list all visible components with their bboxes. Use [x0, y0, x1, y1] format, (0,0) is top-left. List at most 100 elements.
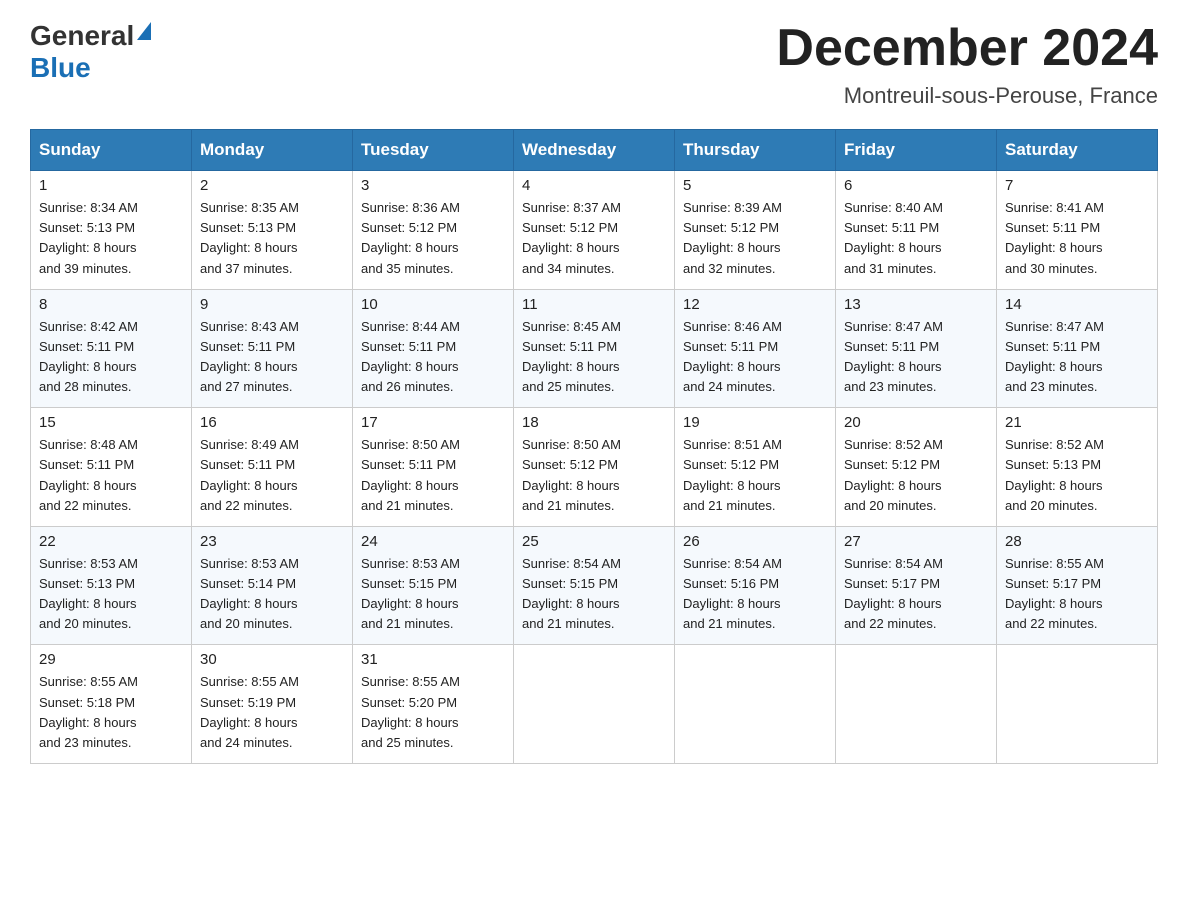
day-number: 7	[1005, 177, 1149, 194]
header-thursday: Thursday	[675, 130, 836, 171]
table-row: 31 Sunrise: 8:55 AMSunset: 5:20 PMDayligh…	[353, 645, 514, 764]
table-row: 2 Sunrise: 8:35 AMSunset: 5:13 PMDaylight…	[192, 171, 353, 290]
day-info: Sunrise: 8:54 AMSunset: 5:15 PMDaylight:…	[522, 554, 666, 635]
header-sunday: Sunday	[31, 130, 192, 171]
header-friday: Friday	[836, 130, 997, 171]
day-info: Sunrise: 8:55 AMSunset: 5:17 PMDaylight:…	[1005, 554, 1149, 635]
day-info: Sunrise: 8:48 AMSunset: 5:11 PMDaylight:…	[39, 435, 183, 516]
table-row	[514, 645, 675, 764]
table-row: 8 Sunrise: 8:42 AMSunset: 5:11 PMDaylight…	[31, 289, 192, 408]
day-number: 24	[361, 533, 505, 550]
table-row: 3Sunrise: 8:36 AMSunset: 5:12 PMDaylight…	[353, 171, 514, 290]
day-number: 11	[522, 296, 666, 313]
table-row: 29 Sunrise: 8:55 AMSunset: 5:18 PMDayligh…	[31, 645, 192, 764]
day-number: 27	[844, 533, 988, 550]
day-info: Sunrise: 8:37 AMSunset: 5:12 PMDaylight:…	[522, 198, 666, 279]
day-info: Sunrise: 8:49 AMSunset: 5:11 PMDaylight:…	[200, 435, 344, 516]
table-row: 6 Sunrise: 8:40 AMSunset: 5:11 PMDaylight…	[836, 171, 997, 290]
table-row: 7 Sunrise: 8:41 AMSunset: 5:11 PMDaylight…	[997, 171, 1158, 290]
day-number: 29	[39, 651, 183, 668]
day-info: Sunrise: 8:55 AMSunset: 5:18 PMDaylight:…	[39, 672, 183, 753]
day-number: 25	[522, 533, 666, 550]
day-number: 6	[844, 177, 988, 194]
day-number: 10	[361, 296, 505, 313]
day-info: Sunrise: 8:41 AMSunset: 5:11 PMDaylight:…	[1005, 198, 1149, 279]
logo-general-text: General	[30, 20, 134, 52]
calendar-week-1: 1 Sunrise: 8:34 AMSunset: 5:13 PMDaylight…	[31, 171, 1158, 290]
day-info: Sunrise: 8:45 AMSunset: 5:11 PMDaylight:…	[522, 317, 666, 398]
table-row: 10 Sunrise: 8:44 AMSunset: 5:11 PMDayligh…	[353, 289, 514, 408]
page-header: General Blue December 2024 Montreuil-sou…	[30, 20, 1158, 109]
day-number: 31	[361, 651, 505, 668]
table-row: 16 Sunrise: 8:49 AMSunset: 5:11 PMDayligh…	[192, 408, 353, 527]
day-number: 2	[200, 177, 344, 194]
table-row: 24Sunrise: 8:53 AMSunset: 5:15 PMDayligh…	[353, 526, 514, 645]
day-number: 3	[361, 177, 505, 194]
location-title: Montreuil-sous-Perouse, France	[776, 83, 1158, 109]
table-row: 25 Sunrise: 8:54 AMSunset: 5:15 PMDayligh…	[514, 526, 675, 645]
table-row: 18Sunrise: 8:50 AMSunset: 5:12 PMDayligh…	[514, 408, 675, 527]
day-number: 26	[683, 533, 827, 550]
day-info: Sunrise: 8:39 AMSunset: 5:12 PMDaylight:…	[683, 198, 827, 279]
header-monday: Monday	[192, 130, 353, 171]
day-info: Sunrise: 8:50 AMSunset: 5:11 PMDaylight:…	[361, 435, 505, 516]
day-info: Sunrise: 8:55 AMSunset: 5:19 PMDaylight:…	[200, 672, 344, 753]
day-info: Sunrise: 8:53 AMSunset: 5:13 PMDaylight:…	[39, 554, 183, 635]
day-info: Sunrise: 8:52 AMSunset: 5:12 PMDaylight:…	[844, 435, 988, 516]
table-row	[675, 645, 836, 764]
day-number: 14	[1005, 296, 1149, 313]
table-row: 26Sunrise: 8:54 AMSunset: 5:16 PMDayligh…	[675, 526, 836, 645]
day-info: Sunrise: 8:42 AMSunset: 5:11 PMDaylight:…	[39, 317, 183, 398]
table-row: 11 Sunrise: 8:45 AMSunset: 5:11 PMDayligh…	[514, 289, 675, 408]
calendar-week-2: 8 Sunrise: 8:42 AMSunset: 5:11 PMDaylight…	[31, 289, 1158, 408]
day-info: Sunrise: 8:51 AMSunset: 5:12 PMDaylight:…	[683, 435, 827, 516]
day-number: 22	[39, 533, 183, 550]
day-info: Sunrise: 8:47 AMSunset: 5:11 PMDaylight:…	[1005, 317, 1149, 398]
calendar-week-3: 15Sunrise: 8:48 AMSunset: 5:11 PMDayligh…	[31, 408, 1158, 527]
day-number: 19	[683, 414, 827, 431]
day-number: 9	[200, 296, 344, 313]
day-number: 12	[683, 296, 827, 313]
table-row: 1 Sunrise: 8:34 AMSunset: 5:13 PMDaylight…	[31, 171, 192, 290]
logo: General Blue	[30, 20, 151, 84]
table-row: 19 Sunrise: 8:51 AMSunset: 5:12 PMDayligh…	[675, 408, 836, 527]
table-row: 14 Sunrise: 8:47 AMSunset: 5:11 PMDayligh…	[997, 289, 1158, 408]
day-info: Sunrise: 8:34 AMSunset: 5:13 PMDaylight:…	[39, 198, 183, 279]
header-saturday: Saturday	[997, 130, 1158, 171]
day-number: 23	[200, 533, 344, 550]
table-row: 23 Sunrise: 8:53 AMSunset: 5:14 PMDayligh…	[192, 526, 353, 645]
header-tuesday: Tuesday	[353, 130, 514, 171]
day-number: 17	[361, 414, 505, 431]
day-number: 8	[39, 296, 183, 313]
table-row: 5Sunrise: 8:39 AMSunset: 5:12 PMDaylight…	[675, 171, 836, 290]
month-title: December 2024	[776, 20, 1158, 77]
day-info: Sunrise: 8:50 AMSunset: 5:12 PMDaylight:…	[522, 435, 666, 516]
logo-triangle-icon	[137, 22, 151, 40]
day-info: Sunrise: 8:55 AMSunset: 5:20 PMDaylight:…	[361, 672, 505, 753]
table-row: 4Sunrise: 8:37 AMSunset: 5:12 PMDaylight…	[514, 171, 675, 290]
table-row: 13Sunrise: 8:47 AMSunset: 5:11 PMDayligh…	[836, 289, 997, 408]
day-info: Sunrise: 8:44 AMSunset: 5:11 PMDaylight:…	[361, 317, 505, 398]
table-row: 17 Sunrise: 8:50 AMSunset: 5:11 PMDayligh…	[353, 408, 514, 527]
header-wednesday: Wednesday	[514, 130, 675, 171]
day-number: 28	[1005, 533, 1149, 550]
calendar-table: Sunday Monday Tuesday Wednesday Thursday…	[30, 129, 1158, 764]
table-row: 12 Sunrise: 8:46 AMSunset: 5:11 PMDayligh…	[675, 289, 836, 408]
day-number: 16	[200, 414, 344, 431]
table-row: 30 Sunrise: 8:55 AMSunset: 5:19 PMDayligh…	[192, 645, 353, 764]
day-number: 20	[844, 414, 988, 431]
day-number: 21	[1005, 414, 1149, 431]
day-info: Sunrise: 8:53 AMSunset: 5:14 PMDaylight:…	[200, 554, 344, 635]
table-row: 21Sunrise: 8:52 AMSunset: 5:13 PMDayligh…	[997, 408, 1158, 527]
table-row: 22 Sunrise: 8:53 AMSunset: 5:13 PMDayligh…	[31, 526, 192, 645]
day-number: 1	[39, 177, 183, 194]
day-number: 13	[844, 296, 988, 313]
day-info: Sunrise: 8:35 AMSunset: 5:13 PMDaylight:…	[200, 198, 344, 279]
table-row	[836, 645, 997, 764]
day-info: Sunrise: 8:40 AMSunset: 5:11 PMDaylight:…	[844, 198, 988, 279]
table-row: 28 Sunrise: 8:55 AMSunset: 5:17 PMDayligh…	[997, 526, 1158, 645]
day-number: 30	[200, 651, 344, 668]
day-info: Sunrise: 8:43 AMSunset: 5:11 PMDaylight:…	[200, 317, 344, 398]
day-info: Sunrise: 8:46 AMSunset: 5:11 PMDaylight:…	[683, 317, 827, 398]
table-row: 15Sunrise: 8:48 AMSunset: 5:11 PMDayligh…	[31, 408, 192, 527]
